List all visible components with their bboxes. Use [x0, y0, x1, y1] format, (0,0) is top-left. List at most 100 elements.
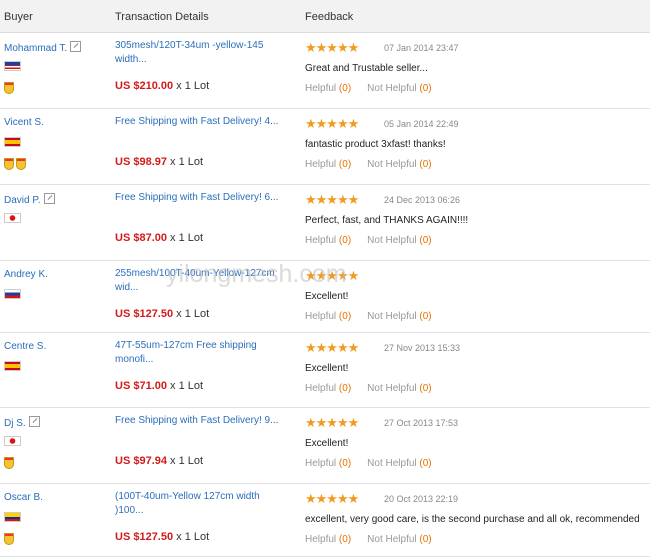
helpful-link[interactable]: Helpful (0) — [305, 83, 351, 94]
not-helpful-link[interactable]: Not Helpful (0) — [367, 311, 431, 322]
rating-stars-icon: ★★★★★ — [305, 340, 359, 355]
not-helpful-label: Not Helpful — [367, 534, 417, 545]
transaction-link[interactable]: (100T-40um-Yellow 127cm width )100... — [115, 490, 295, 518]
feedback-row: Dj S. Free Shipping with Fast Delivery! … — [0, 407, 650, 484]
feedback-row: Oscar B. (100T-40um-Yellow 127cm width )… — [0, 483, 650, 557]
helpful-link[interactable]: Helpful (0) — [305, 383, 351, 394]
helpful-label: Helpful — [305, 235, 337, 246]
quantity: x 1 Lot — [170, 156, 204, 168]
not-helpful-link[interactable]: Not Helpful (0) — [367, 83, 431, 94]
quantity: x 1 Lot — [176, 80, 210, 92]
transaction-link[interactable]: 255mesh/100T-40um-Yellow-127cm wid... — [115, 267, 295, 295]
helpful-count: (0) — [338, 159, 352, 170]
buyer-level-badges — [4, 456, 16, 469]
helpful-link[interactable]: Helpful (0) — [305, 458, 351, 469]
buyer-name-link[interactable]: Vicent S. — [4, 117, 44, 128]
feedback-text: Excellent! — [305, 291, 349, 302]
price: US $127.50 x 1 Lot — [115, 531, 209, 543]
country-flag-icon — [4, 512, 21, 522]
country-flag-icon — [4, 436, 21, 446]
price: US $127.50 x 1 Lot — [115, 308, 209, 320]
helpful-controls: Helpful (0) Not Helpful (0) — [305, 383, 432, 394]
helpful-label: Helpful — [305, 83, 337, 94]
medal-icon — [4, 82, 14, 94]
not-helpful-link[interactable]: Not Helpful (0) — [367, 383, 431, 394]
feedback-date: 05 Jan 2014 22:49 — [384, 119, 459, 129]
buyer-name-link[interactable]: Centre S. — [4, 341, 46, 352]
not-helpful-label: Not Helpful — [367, 458, 417, 469]
buyer-name: Centre S. — [4, 341, 47, 352]
price-amount: US $98.97 — [115, 156, 167, 168]
buyer-name-link[interactable]: Oscar B. — [4, 492, 43, 503]
feedback-date: 24 Dec 2013 06:26 — [384, 195, 461, 205]
not-helpful-count: (0) — [419, 235, 432, 246]
feedback-text: Excellent! — [305, 363, 349, 374]
feedback-row: Vicent S. Free Shipping with Fast Delive… — [0, 108, 650, 185]
feedback-date: 07 Jan 2014 23:47 — [384, 43, 459, 53]
buyer-name-link[interactable]: Mohammad T. — [4, 41, 82, 54]
rating-stars-icon: ★★★★★ — [305, 116, 359, 131]
price-amount: US $87.00 — [115, 232, 167, 244]
helpful-link[interactable]: Helpful (0) — [305, 311, 351, 322]
buyer-name-link[interactable]: David P. — [4, 193, 55, 206]
quantity: x 1 Lot — [170, 455, 204, 467]
buyer-name: Vicent S. — [4, 117, 44, 128]
buyer-level-badges — [4, 157, 28, 170]
not-helpful-link[interactable]: Not Helpful (0) — [367, 534, 431, 545]
price-amount: US $127.50 — [115, 308, 174, 320]
buyer-name-link[interactable]: Andrey K. — [4, 269, 48, 280]
price: US $98.97 x 1 Lot — [115, 156, 203, 168]
helpful-link[interactable]: Helpful (0) — [305, 235, 351, 246]
helpful-controls: Helpful (0) Not Helpful (0) — [305, 534, 432, 545]
feedback-row: Mohammad T. 305mesh/120T-34um -yellow-14… — [0, 32, 650, 109]
price-amount: US $127.50 — [115, 531, 174, 543]
buyer-name: Oscar B. — [4, 492, 43, 503]
not-helpful-count: (0) — [419, 458, 432, 469]
not-helpful-link[interactable]: Not Helpful (0) — [367, 235, 431, 246]
note-icon[interactable] — [28, 416, 40, 427]
note-icon[interactable] — [70, 41, 82, 52]
not-helpful-label: Not Helpful — [367, 159, 417, 170]
helpful-link[interactable]: Helpful (0) — [305, 534, 351, 545]
medal-icon — [4, 533, 14, 545]
transaction-link[interactable]: 305mesh/120T-34um -yellow-145 width... — [115, 39, 295, 67]
transaction-link[interactable]: Free Shipping with Fast Delivery! 9... — [115, 414, 295, 428]
buyer-name: Dj S. — [4, 418, 26, 429]
not-helpful-link[interactable]: Not Helpful (0) — [367, 159, 431, 170]
note-icon[interactable] — [43, 193, 55, 204]
feedback-row: Centre S. 47T-55um-127cm Free shipping m… — [0, 332, 650, 408]
feedback-date: 27 Nov 2013 15:33 — [384, 343, 461, 353]
buyer-name-link[interactable]: Dj S. — [4, 416, 40, 429]
feedback-row: Andrey K. 255mesh/100T-40um-Yellow-127cm… — [0, 260, 650, 333]
not-helpful-link[interactable]: Not Helpful (0) — [367, 458, 431, 469]
table-header: Buyer Transaction Details Feedback — [0, 0, 650, 33]
not-helpful-label: Not Helpful — [367, 235, 417, 246]
rating-stars-icon: ★★★★★ — [305, 40, 359, 55]
feedback-text: Perfect, fast, and THANKS AGAIN!!!! — [305, 215, 469, 226]
header-buyer: Buyer — [4, 11, 33, 23]
rating-stars-icon: ★★★★★ — [305, 491, 359, 506]
not-helpful-count: (0) — [419, 83, 432, 94]
helpful-controls: Helpful (0) Not Helpful (0) — [305, 83, 432, 94]
helpful-label: Helpful — [305, 311, 337, 322]
helpful-count: (0) — [338, 235, 352, 246]
transaction-link[interactable]: 47T-55um-127cm Free shipping monofi... — [115, 339, 295, 367]
helpful-controls: Helpful (0) Not Helpful (0) — [305, 311, 432, 322]
price-amount: US $210.00 — [115, 80, 174, 92]
not-helpful-count: (0) — [419, 383, 432, 394]
buyer-name: Andrey K. — [4, 269, 48, 280]
transaction-link[interactable]: Free Shipping with Fast Delivery! 4... — [115, 115, 295, 129]
buyer-name: David P. — [4, 195, 41, 206]
feedback-text: Excellent! — [305, 438, 349, 449]
helpful-link[interactable]: Helpful (0) — [305, 159, 351, 170]
feedback-date: 20 Oct 2013 22:19 — [384, 494, 459, 504]
helpful-controls: Helpful (0) Not Helpful (0) — [305, 159, 432, 170]
price: US $97.94 x 1 Lot — [115, 455, 203, 467]
helpful-label: Helpful — [305, 534, 337, 545]
helpful-label: Helpful — [305, 458, 337, 469]
medal-icon — [16, 158, 26, 170]
not-helpful-label: Not Helpful — [367, 83, 417, 94]
transaction-link[interactable]: Free Shipping with Fast Delivery! 6... — [115, 191, 295, 205]
country-flag-icon — [4, 361, 21, 371]
medal-icon — [4, 158, 14, 170]
